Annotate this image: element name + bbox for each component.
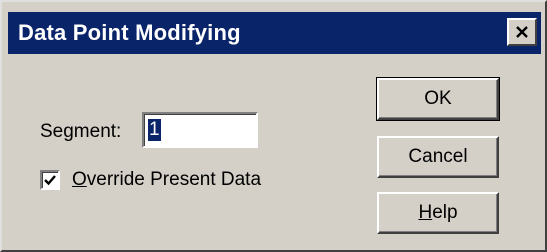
cancel-label: Cancel: [408, 146, 468, 167]
help-mnemonic: H: [418, 202, 433, 223]
override-label[interactable]: Override Present Data: [72, 169, 261, 191]
window-title: Data Point Modifying: [18, 20, 241, 45]
help-button[interactable]: Help: [377, 192, 499, 234]
help-label-text: elp: [432, 202, 458, 223]
cancel-button[interactable]: Cancel: [377, 136, 499, 178]
checkmark-icon: [44, 175, 56, 186]
ok-button[interactable]: OK: [376, 77, 500, 121]
segment-input[interactable]: 1: [142, 112, 258, 148]
title-bar[interactable]: Data Point Modifying: [8, 12, 541, 54]
ok-label: OK: [424, 88, 452, 109]
segment-label: Segment:: [40, 121, 122, 142]
override-mnemonic: O: [72, 169, 87, 190]
segment-value: 1: [148, 119, 161, 141]
help-label: Help: [418, 202, 457, 224]
close-icon: [516, 26, 528, 38]
override-checkbox[interactable]: [40, 170, 60, 190]
override-label-text: verride Present Data: [86, 169, 262, 190]
dialog-window: Data Point Modifying Segment: 1 Override…: [0, 0, 547, 252]
close-button[interactable]: [507, 18, 537, 46]
